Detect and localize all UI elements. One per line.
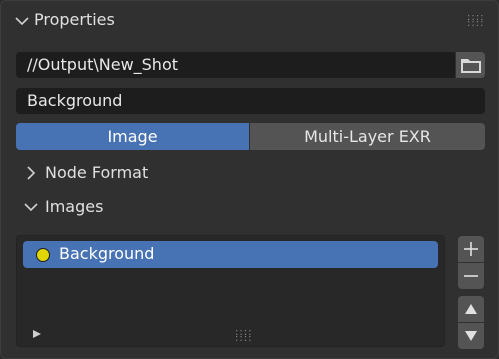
- triangle-up-icon: [465, 304, 477, 314]
- move-down-button[interactable]: [458, 323, 484, 349]
- properties-panel: Properties :::::::: //Output\New_Shot Ba…: [0, 0, 499, 359]
- output-path-field[interactable]: //Output\New_Shot: [16, 52, 455, 78]
- chevron-down-icon: [24, 203, 38, 212]
- folder-icon: [460, 59, 481, 73]
- images-section[interactable]: Images: [1, 193, 498, 221]
- list-item-label: Background: [59, 244, 155, 263]
- output-name-field[interactable]: Background: [16, 88, 485, 114]
- add-item-button[interactable]: [458, 236, 484, 262]
- triangle-down-icon: [465, 331, 477, 341]
- panel-header[interactable]: Properties ::::::::: [1, 1, 498, 41]
- node-format-section[interactable]: Node Format: [1, 159, 498, 187]
- triangle-right-icon[interactable]: [32, 329, 42, 339]
- list-item[interactable]: Background: [23, 241, 438, 268]
- panel-title: Properties: [34, 10, 115, 29]
- move-up-button[interactable]: [458, 296, 484, 322]
- drag-grip-icon[interactable]: ::::::::: [235, 328, 252, 344]
- format-image-tab[interactable]: Image: [16, 123, 249, 150]
- color-dot-icon: [36, 248, 50, 262]
- chevron-down-icon[interactable]: [14, 13, 30, 29]
- browse-folder-button[interactable]: [456, 52, 485, 78]
- format-multilayer-exr-tab[interactable]: Multi-Layer EXR: [250, 123, 485, 150]
- drag-grip-icon[interactable]: ::::::::: [467, 13, 484, 29]
- remove-item-button[interactable]: [458, 263, 484, 289]
- chevron-right-icon: [27, 166, 36, 180]
- node-format-label: Node Format: [45, 163, 149, 182]
- images-list: Background ::::::::: [16, 235, 445, 347]
- images-label: Images: [45, 197, 104, 216]
- minus-icon: [464, 275, 478, 277]
- plus-icon: [464, 242, 478, 256]
